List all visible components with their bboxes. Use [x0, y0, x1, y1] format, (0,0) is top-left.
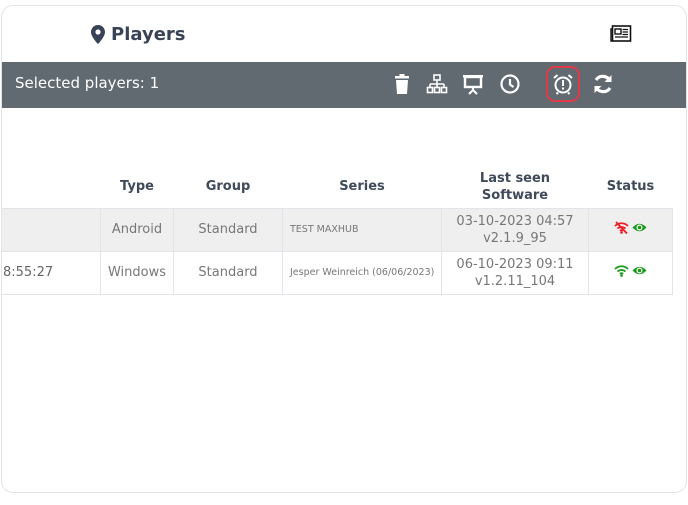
players-table: Type Group Series Last seen Software Sta… — [2, 166, 673, 295]
col-header-group[interactable]: Group — [174, 166, 283, 208]
newspaper-button[interactable] — [610, 25, 632, 43]
players-panel: Players Selected players: 1 Type Group S… — [1, 5, 687, 493]
cell-lastseen: 06-10-2023 09:11 v1.2.11_104 — [441, 250, 589, 295]
newspaper-icon — [610, 25, 632, 42]
col-header-lastseen[interactable]: Last seen Software — [442, 166, 589, 208]
wifi-icon — [614, 264, 629, 277]
panel-header: Players — [2, 6, 686, 62]
clock-icon — [500, 74, 520, 94]
selection-toolbar: Selected players: 1 — [2, 62, 686, 108]
cell-group: Standard — [173, 250, 283, 295]
group-button[interactable] — [421, 68, 453, 100]
map-marker-icon — [91, 24, 105, 44]
cell-group: Standard — [173, 207, 283, 252]
selected-players-count: Selected players: 1 — [15, 74, 160, 92]
col-header-type[interactable]: Type — [101, 166, 174, 208]
table-row[interactable]: Android Standard TEST MAXHUB 03-10-2023 … — [2, 207, 673, 252]
cell-first: 8:55:27 — [2, 250, 101, 295]
wifi-off-icon — [614, 220, 629, 234]
eye-icon[interactable] — [632, 221, 647, 234]
alarm-button[interactable] — [546, 66, 580, 102]
presentation-button[interactable] — [457, 68, 489, 100]
delete-button[interactable] — [386, 68, 418, 100]
page-title-text: Players — [111, 23, 186, 45]
alarm-clock-icon — [553, 74, 573, 95]
cell-status — [588, 250, 673, 295]
cell-series: TEST MAXHUB — [282, 207, 442, 252]
col-header-software: Software — [481, 187, 549, 203]
sitemap-icon — [426, 74, 448, 94]
col-header-status[interactable]: Status — [589, 166, 673, 208]
table-header-row: Type Group Series Last seen Software Sta… — [2, 166, 673, 208]
cell-lastseen: 03-10-2023 04:57 v2.1.9_95 — [441, 207, 589, 252]
last-seen-time: 06-10-2023 09:11 — [456, 256, 574, 272]
cell-series: Jesper Weinreich (06/06/2023) — [282, 250, 442, 295]
refresh-button[interactable] — [587, 68, 619, 100]
schedule-button[interactable] — [494, 68, 526, 100]
col-header-lastseen-line1: Last seen — [479, 170, 551, 186]
eye-icon[interactable] — [632, 264, 647, 277]
col-header-lastreport[interactable] — [2, 166, 101, 208]
last-seen-time: 03-10-2023 04:57 — [456, 213, 574, 229]
presentation-icon — [463, 75, 483, 95]
cell-type: Windows — [100, 250, 174, 295]
cell-type: Android — [100, 207, 174, 252]
page-title: Players — [91, 21, 186, 47]
table-row[interactable]: 8:55:27 Windows Standard Jesper Weinreic… — [2, 250, 673, 295]
trash-icon — [395, 74, 409, 94]
software-version: v2.1.9_95 — [483, 230, 547, 246]
refresh-icon — [594, 74, 612, 94]
cell-first — [2, 207, 101, 252]
software-version: v1.2.11_104 — [474, 273, 556, 289]
col-header-series[interactable]: Series — [283, 166, 442, 208]
cell-status — [588, 207, 673, 252]
